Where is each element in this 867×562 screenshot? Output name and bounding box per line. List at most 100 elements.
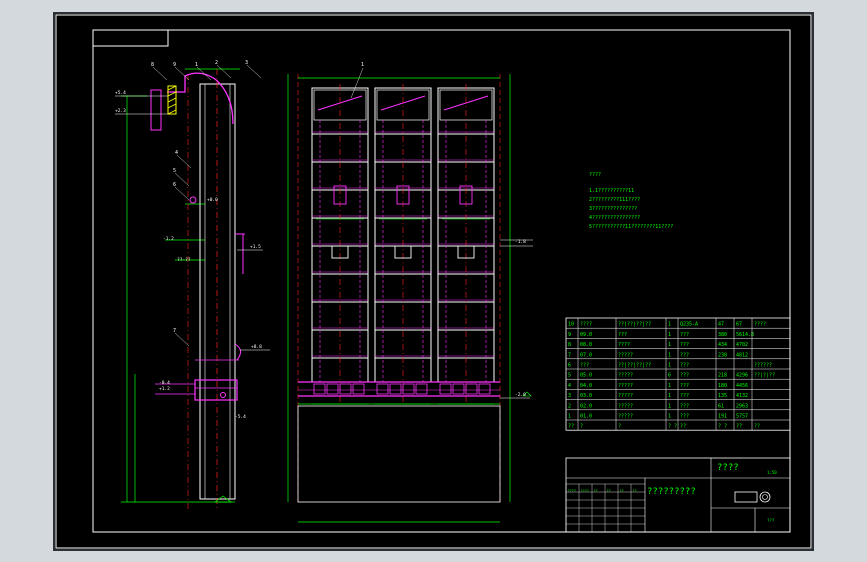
company-logo: [734, 491, 758, 503]
foundation-pit: [297, 405, 501, 503]
parts-cell: 09.0: [580, 332, 592, 338]
parts-cell: 4702: [736, 342, 748, 348]
parts-cell: 61: [718, 403, 724, 409]
callout-number: 1: [195, 62, 198, 68]
parts-cell: 238: [718, 352, 727, 358]
parts-cell: ?????: [618, 383, 633, 389]
parts-cell: ???: [680, 393, 689, 399]
parts-cell: 2963: [736, 403, 748, 409]
title-block-label: ??: [607, 489, 611, 493]
parts-cell: 9: [568, 332, 571, 338]
parts-cell: 10: [568, 322, 574, 328]
parts-cell: ??: [754, 424, 760, 430]
parts-cell: 4456: [736, 383, 748, 389]
parts-cell: Q235-A: [680, 322, 698, 328]
boot-section: [194, 379, 238, 401]
level-label: -5.4: [235, 414, 246, 420]
level-label: +1.5: [250, 244, 261, 250]
parts-cell: ?: [618, 424, 621, 430]
parts-cell: ??: [736, 424, 742, 430]
title-block-label: ??: [620, 489, 624, 493]
parts-cell: 135: [718, 393, 727, 399]
level-label: +0.0: [207, 197, 218, 203]
parts-cell: 05.0: [580, 373, 592, 379]
parts-cell: 1: [668, 363, 671, 369]
parts-cell: ??????: [754, 363, 772, 369]
parts-cell: 1: [668, 403, 671, 409]
parts-cell: ? ?: [668, 424, 677, 430]
elevator-cells: [311, 84, 495, 405]
parts-cell: ???: [680, 403, 689, 409]
parts-cell: ???: [680, 332, 689, 338]
project-title: ????: [717, 463, 739, 473]
parts-cell: 4296: [736, 373, 748, 379]
drawing-name: ?????????: [647, 487, 696, 497]
callout-number: 6: [173, 182, 176, 188]
reference-box: [92, 29, 169, 47]
front-view: [287, 74, 533, 523]
note-line-2: 2?????????111????: [589, 197, 640, 203]
drive-pulley: [189, 196, 197, 204]
parts-table: 10???? ??|??|??|?? 1 Q235-A 47 67 ???? 9 09.0???…: [565, 317, 791, 431]
level-label: +1.2: [159, 386, 170, 392]
parts-cell: 5: [568, 373, 571, 379]
parts-cell: ?????: [618, 403, 633, 409]
parts-cell: 1: [668, 352, 671, 358]
drawing-canvas[interactable]: ???? 1.1??????????11 2?????????111???? 3…: [53, 12, 814, 551]
cad-drawing: ???? 1.1??????????11 2?????????111???? 3…: [55, 14, 812, 549]
parts-cell: 1: [668, 414, 671, 420]
parts-cell: ??|?|??: [754, 373, 775, 379]
parts-cell: 47: [718, 322, 724, 328]
level-label: +5.4: [115, 90, 126, 96]
parts-cell: 07.0: [580, 352, 592, 358]
parts-cell: ??|??|??|??: [618, 363, 651, 369]
parts-cell: 04.0: [580, 383, 592, 389]
callout-number: 4: [175, 150, 178, 156]
callout-number: 3: [245, 60, 248, 66]
parts-cell: 4132: [736, 393, 748, 399]
parts-cell: 4: [568, 383, 571, 389]
parts-cell: 380: [718, 332, 727, 338]
parts-cell: ???: [680, 363, 689, 369]
level-label: -0.4: [159, 380, 170, 386]
parts-cell: 03.0: [580, 393, 592, 399]
inner-border: [92, 29, 791, 533]
parts-cell: 3: [568, 393, 571, 399]
parts-cell: 191: [718, 414, 727, 420]
parts-cell: 5614.8: [736, 332, 754, 338]
title-block: ???????????????? ???? ????????? 1:50 ???: [565, 457, 791, 533]
parts-cell: ? ?: [718, 424, 727, 430]
callout-number: 9: [173, 62, 176, 68]
level-label: +8.8: [251, 344, 262, 350]
parts-cell: ?????: [618, 373, 633, 379]
parts-cell: 1: [668, 393, 671, 399]
parts-cell: 02.0: [580, 403, 592, 409]
parts-cell: ???: [680, 383, 689, 389]
note-line-5: 5???????????11????????11????: [589, 224, 673, 230]
cell-2: [374, 84, 432, 405]
level-label: -2.0: [515, 392, 526, 398]
notes-heading: ????: [589, 172, 601, 178]
title-block-label: ????: [568, 489, 576, 493]
parts-cell: 4812: [736, 352, 748, 358]
parts-cell: ???: [680, 414, 689, 420]
parts-cell: ???: [580, 363, 589, 369]
scale-label: 1:50: [767, 470, 777, 475]
parts-cell: 180: [718, 383, 727, 389]
sheet-label: ???: [767, 518, 775, 523]
parts-cell: 218: [718, 373, 727, 379]
parts-cell: ???: [680, 373, 689, 379]
parts-cell: ????: [580, 322, 592, 328]
parts-cell: 6: [668, 373, 671, 379]
side-view: [115, 68, 270, 509]
parts-cell: 8: [568, 342, 571, 348]
callout-number: 5: [173, 168, 176, 174]
title-block-label: ??: [594, 489, 598, 493]
parts-cell: 67: [736, 322, 742, 328]
parts-cell: ?????: [618, 393, 633, 399]
cell-3: [437, 84, 495, 405]
parts-cell: ??|??|??|??: [618, 322, 651, 328]
title-block-label: ??: [633, 489, 637, 493]
callout-number: 1: [361, 62, 364, 68]
parts-cell: ???: [680, 352, 689, 358]
